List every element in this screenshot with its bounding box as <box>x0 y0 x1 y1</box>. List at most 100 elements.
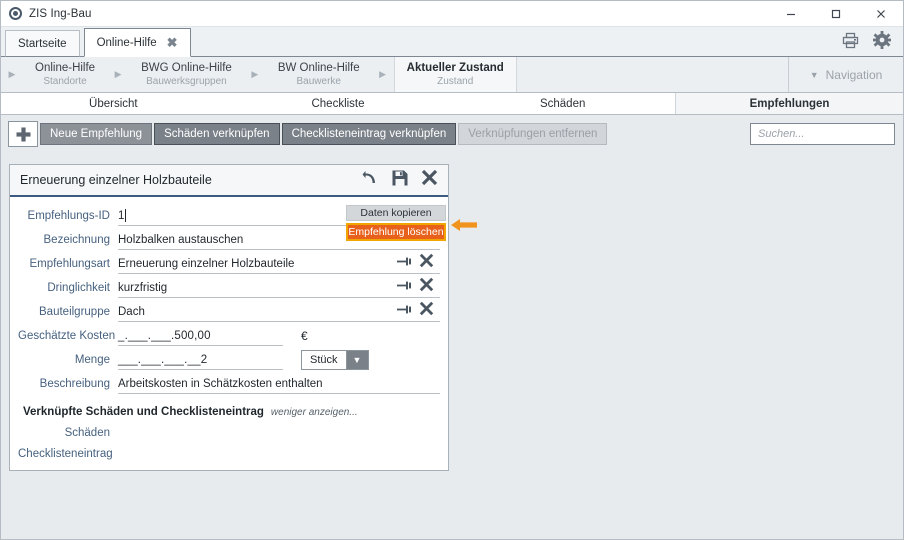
text-cursor <box>125 208 127 222</box>
search-box[interactable] <box>750 123 903 145</box>
close-icon[interactable] <box>421 169 438 191</box>
navigation-label: Navigation <box>825 67 883 82</box>
geschaetzte-kosten-input[interactable]: _.___.___.500,00 <box>118 326 283 346</box>
linked-row-checklisteneintrag: Checklisteneintrag <box>10 443 448 464</box>
breadcrumb-item-aktueller-zustand[interactable]: Aktueller Zustand Zustand <box>393 57 517 92</box>
linked-row-label: Schäden <box>64 426 110 439</box>
breadcrumb-subtitle: Zustand <box>437 76 474 87</box>
linked-section-toggle[interactable]: weniger anzeigen... <box>271 407 358 418</box>
key-icon[interactable] <box>397 254 412 274</box>
chevron-right-icon: ▶ <box>379 69 387 79</box>
field-value: kurzfristig <box>118 281 168 294</box>
maximize-icon[interactable] <box>813 1 858 26</box>
button-label: Schäden verknüpfen <box>164 128 270 140</box>
bauteilgruppe-input[interactable]: Dach <box>118 301 440 323</box>
field-label: Empfehlungsart <box>29 258 110 270</box>
link-damages-button[interactable]: Schäden verknüpfen <box>154 123 280 145</box>
delete-recommendation-button[interactable]: Empfehlung löschen <box>346 223 446 241</box>
field-value: ___.___.___.__2 <box>118 353 208 366</box>
linked-section-header: Verknüpfte Schäden und Checklisteneintra… <box>10 397 448 422</box>
button-label: Neue Empfehlung <box>50 128 143 140</box>
add-button[interactable] <box>8 121 38 147</box>
field-label: Beschreibung <box>39 378 110 390</box>
gear-icon[interactable] <box>873 31 891 54</box>
copy-data-button[interactable]: Daten kopieren <box>346 205 446 221</box>
clear-icon[interactable] <box>419 301 434 323</box>
field-row-geschaetzte-kosten: Geschätzte Kosten _.___.___.500,00 € <box>10 325 448 347</box>
printer-icon[interactable] <box>842 32 859 54</box>
clear-icon[interactable] <box>419 253 434 275</box>
card-side-buttons: Daten kopieren Empfehlung löschen <box>346 205 446 241</box>
breadcrumb-subtitle: Bauwerke <box>296 76 341 87</box>
link-checklist-entry-button[interactable]: Checklisteneintrag verknüpfen <box>281 123 457 145</box>
tab-label: Startseite <box>18 37 67 50</box>
tab-close-icon[interactable]: ✖ <box>167 36 178 49</box>
dringlichkeit-input[interactable]: kurzfristig <box>118 277 440 299</box>
field-label: Bezeichnung <box>43 234 111 246</box>
tab-label: Online-Hilfe <box>96 36 157 49</box>
tab-checkliste[interactable]: Checkliste <box>226 93 451 114</box>
field-value: _.___.___.500,00 <box>118 329 211 342</box>
clear-icon[interactable] <box>419 277 434 299</box>
section-tab-label: Übersicht <box>89 97 138 110</box>
breadcrumb-title: Aktueller Zustand <box>406 62 504 74</box>
tab-schaeden[interactable]: Schäden <box>450 93 675 114</box>
tab-uebersicht[interactable]: Übersicht <box>1 93 226 114</box>
button-label: Empfehlung löschen <box>348 226 444 238</box>
linked-row-schaeden: Schäden <box>10 422 448 443</box>
card-header-icons <box>362 169 438 191</box>
breadcrumb-item-bw-online-hilfe[interactable]: BW Online-Hilfe Bauwerke <box>266 57 372 92</box>
navigation-dropdown[interactable]: ▼ Navigation <box>788 57 903 92</box>
save-icon[interactable] <box>392 170 408 191</box>
button-label: Verknüpfungen entfernen <box>468 128 598 140</box>
beschreibung-input[interactable]: Arbeitskosten in Schätzkosten enthalten <box>118 374 440 394</box>
menge-input[interactable]: ___.___.___.__2 <box>118 350 283 370</box>
field-label: Dringlichkeit <box>47 282 110 294</box>
remove-links-button: Verknüpfungen entfernen <box>458 123 608 145</box>
field-value: Arbeitskosten in Schätzkosten enthalten <box>118 377 323 390</box>
field-actions <box>391 277 434 299</box>
linked-row-label: Checklisteneintrag <box>18 447 113 460</box>
chevron-right-icon: ▶ <box>114 69 122 79</box>
breadcrumb: ▶ Online-Hilfe Standorte ▶ BWG Online-Hi… <box>1 57 903 93</box>
breadcrumb-spacer <box>516 57 788 92</box>
key-icon[interactable] <box>397 302 412 322</box>
window-controls <box>768 1 903 26</box>
new-recommendation-button[interactable]: Neue Empfehlung <box>40 123 153 145</box>
tab-online-hilfe[interactable]: Online-Hilfe ✖ <box>83 28 191 57</box>
field-label: Menge <box>74 354 110 366</box>
unit-select[interactable]: Stück ▼ <box>301 350 369 370</box>
tab-strip: Startseite Online-Hilfe ✖ <box>1 27 903 57</box>
breadcrumb-title: Online-Hilfe <box>35 62 96 74</box>
annotation-arrow-icon <box>451 218 477 232</box>
field-label: Empfehlungs-ID <box>27 210 110 222</box>
empfehlungsart-input[interactable]: Erneuerung einzelner Holzbauteile <box>118 253 440 275</box>
undo-icon[interactable] <box>362 170 379 190</box>
button-label: Checklisteneintrag verknüpfen <box>291 128 447 140</box>
field-label: Bauteilgruppe <box>39 306 110 318</box>
unit-select-value: Stück <box>310 354 338 366</box>
circle-target-icon <box>9 7 22 20</box>
breadcrumb-item-bwg-online-hilfe[interactable]: BWG Online-Hilfe Bauwerksgruppen <box>129 57 244 92</box>
chevron-right-icon: ▶ <box>8 69 16 79</box>
chevron-down-icon: ▼ <box>809 69 819 80</box>
key-icon[interactable] <box>397 278 412 298</box>
breadcrumb-title: BWG Online-Hilfe <box>141 62 232 74</box>
field-value: Erneuerung einzelner Holzbauteile <box>118 257 295 270</box>
close-icon[interactable] <box>858 1 903 26</box>
chevron-down-icon[interactable]: ▼ <box>345 351 368 369</box>
field-actions <box>391 301 434 323</box>
currency-symbol: € <box>301 329 308 343</box>
breadcrumb-title: BW Online-Hilfe <box>277 62 360 74</box>
field-label: Geschätzte Kosten <box>18 330 116 342</box>
field-row-empfehlungsart: Empfehlungsart Erneuerung einzelner Holz… <box>10 253 448 275</box>
search-input[interactable] <box>756 127 903 141</box>
field-row-dringlichkeit: Dringlichkeit kurzfristig <box>10 277 448 299</box>
button-label: Daten kopieren <box>360 207 432 219</box>
tab-empfehlungen[interactable]: Empfehlungen <box>675 93 903 114</box>
breadcrumb-item-online-hilfe[interactable]: Online-Hilfe Standorte <box>23 57 107 92</box>
field-row-beschreibung: Beschreibung Arbeitskosten in Schätzkost… <box>10 373 448 395</box>
linked-section-title: Verknüpfte Schäden und Checklisteneintra… <box>23 406 264 418</box>
tab-startseite[interactable]: Startseite <box>5 30 80 57</box>
minimize-icon[interactable] <box>768 1 813 26</box>
